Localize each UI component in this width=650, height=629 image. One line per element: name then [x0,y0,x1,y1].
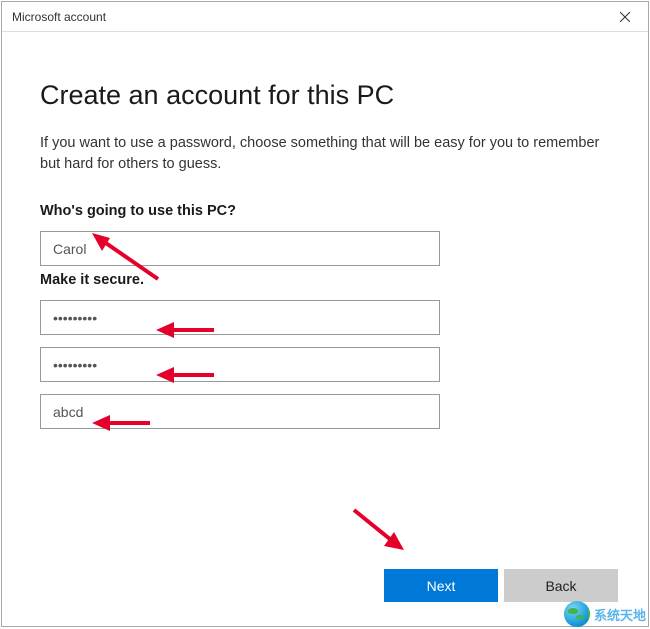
titlebar: Microsoft account [2,2,648,32]
confirm-password-input[interactable] [40,347,440,382]
dialog-window: Microsoft account Create an account for … [1,1,649,627]
button-row: Next Back [384,569,618,602]
username-label: Who's going to use this PC? [40,203,610,219]
content-area: Create an account for this PC If you wan… [2,32,648,626]
password-input[interactable] [40,300,440,335]
globe-icon [564,601,590,627]
watermark-text: 系统天地 [594,605,646,624]
window-title: Microsoft account [12,10,106,24]
username-input[interactable] [40,231,440,266]
password-hint-input[interactable] [40,394,440,429]
close-icon [620,12,630,22]
watermark: 系统天地 [564,601,646,627]
next-button[interactable]: Next [384,569,498,602]
page-title: Create an account for this PC [40,80,610,111]
back-button[interactable]: Back [504,569,618,602]
page-description: If you want to use a password, choose so… [40,133,610,175]
annotation-arrow-icon [346,502,416,557]
security-label: Make it secure. [40,272,610,288]
close-button[interactable] [602,2,648,32]
